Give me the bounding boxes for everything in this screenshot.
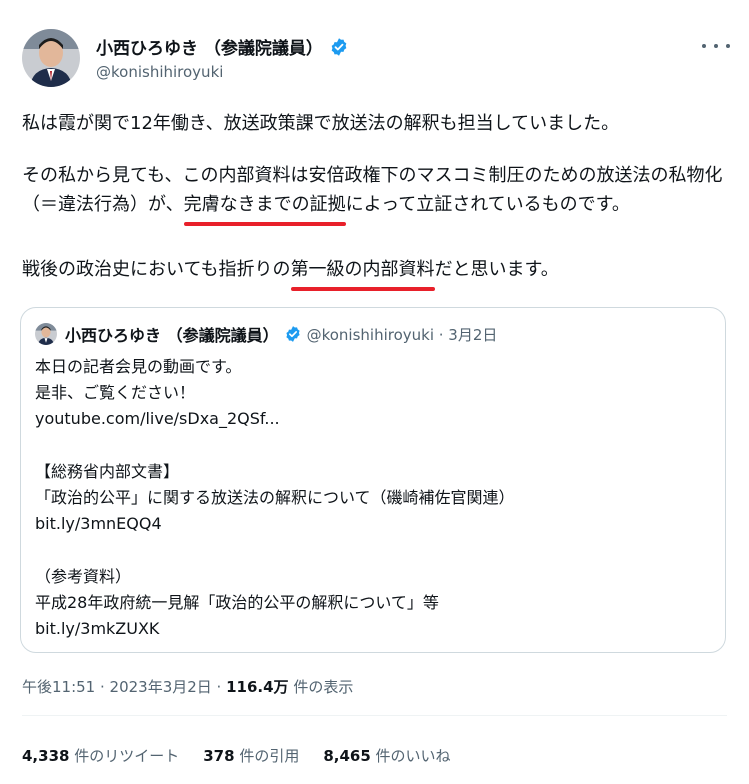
quoted-author-name[interactable]: 小西ひろゆき （参議院議員） xyxy=(65,322,279,346)
like-count[interactable]: 8,465 件のいいね xyxy=(323,745,450,766)
retweet-count[interactable]: 4,338 件のリツイート xyxy=(22,745,179,766)
quote-label: 件の引用 xyxy=(234,747,300,765)
tweet-timestamp: 午後11:51 · 2023年3月2日 · 116.4万 件の表示 xyxy=(22,676,353,697)
quoted-link[interactable]: bit.ly/3mnEQQ4 xyxy=(35,511,515,537)
author-handle[interactable]: @konishihiroyuki xyxy=(96,63,223,81)
quote-number: 378 xyxy=(203,747,235,765)
quoted-tweet-body: 本日の記者会見の動画です。 是非、ご覧ください！ youtube.com/liv… xyxy=(35,354,515,642)
like-label: 件のいいね xyxy=(370,747,451,765)
red-underlined-text: 完膚なきまでの証拠 xyxy=(183,190,346,226)
verified-badge-icon xyxy=(285,326,300,342)
tweet-text-segment: だと思います。 xyxy=(434,259,559,280)
author-name-text[interactable]: 小西ひろゆき （参議院議員） xyxy=(96,34,323,59)
quoted-link[interactable]: bit.ly/3mkZUXK xyxy=(35,616,515,642)
divider xyxy=(22,715,727,716)
quoted-tweet-card[interactable]: 小西ひろゆき （参議院議員） @konishihiroyuki · 3月2日 本… xyxy=(20,307,726,653)
more-options-icon[interactable] xyxy=(702,38,730,54)
author-avatar[interactable] xyxy=(22,29,80,87)
timestamp-time[interactable]: 午後11:51 · 2023年3月2日 · xyxy=(22,678,226,696)
quoted-blank-line xyxy=(35,537,515,563)
quoted-line: 【総務省内部文書】 xyxy=(35,461,180,481)
quoted-line: 「政治的公平」に関する放送法の解釈について（磯崎補佐官関連） xyxy=(35,487,515,507)
quoted-line: （参考資料） xyxy=(35,566,132,586)
tweet-paragraph-3: 戦後の政治史においても指折りの第一級の内部資料だと思います。 xyxy=(22,255,559,291)
tweet-paragraph-1: 私は霞が関で12年働き、放送政策課で放送法の解釈も担当していました。 xyxy=(22,113,620,134)
tweet-text-segment: によって立証されているものです。 xyxy=(345,194,630,215)
like-number: 8,465 xyxy=(323,747,371,765)
quoted-tweet-meta[interactable]: @konishihiroyuki · 3月2日 xyxy=(307,324,498,345)
red-underlined-text: 第一級の内部資料 xyxy=(290,255,435,291)
verified-badge-icon xyxy=(331,37,347,56)
quoted-link[interactable]: youtube.com/live/sDxa_2QSf... xyxy=(35,406,515,432)
tweet-text-segment: 戦後の政治史においても指折りの xyxy=(22,259,291,280)
view-count-label: 件の表示 xyxy=(288,678,354,696)
quoted-blank-line xyxy=(35,433,515,459)
quoted-line: 是非、ご覧ください！ xyxy=(35,383,196,403)
quoted-author-avatar[interactable] xyxy=(35,323,57,345)
tweet-paragraph-2: その私から見ても、この内部資料は安倍政権下のマスコミ制圧のための放送法の私物化（… xyxy=(22,161,734,226)
quoted-line: 本日の記者会見の動画です。 xyxy=(35,357,242,376)
author-name[interactable]: 小西ひろゆき （参議院議員） xyxy=(96,34,349,59)
view-count: 116.4万 xyxy=(226,678,289,696)
quote-count[interactable]: 378 件の引用 xyxy=(203,745,299,766)
engagement-stats: 4,338 件のリツイート 378 件の引用 8,465 件のいいね xyxy=(22,745,451,766)
quoted-tweet-header: 小西ひろゆき （参議院議員） @konishihiroyuki · 3月2日 xyxy=(35,322,497,346)
retweet-number: 4,338 xyxy=(22,747,70,765)
retweet-label: 件のリツイート xyxy=(69,747,180,765)
quoted-line: 平成28年政府統一見解「政治的公平の解釈について」等 xyxy=(35,592,439,612)
